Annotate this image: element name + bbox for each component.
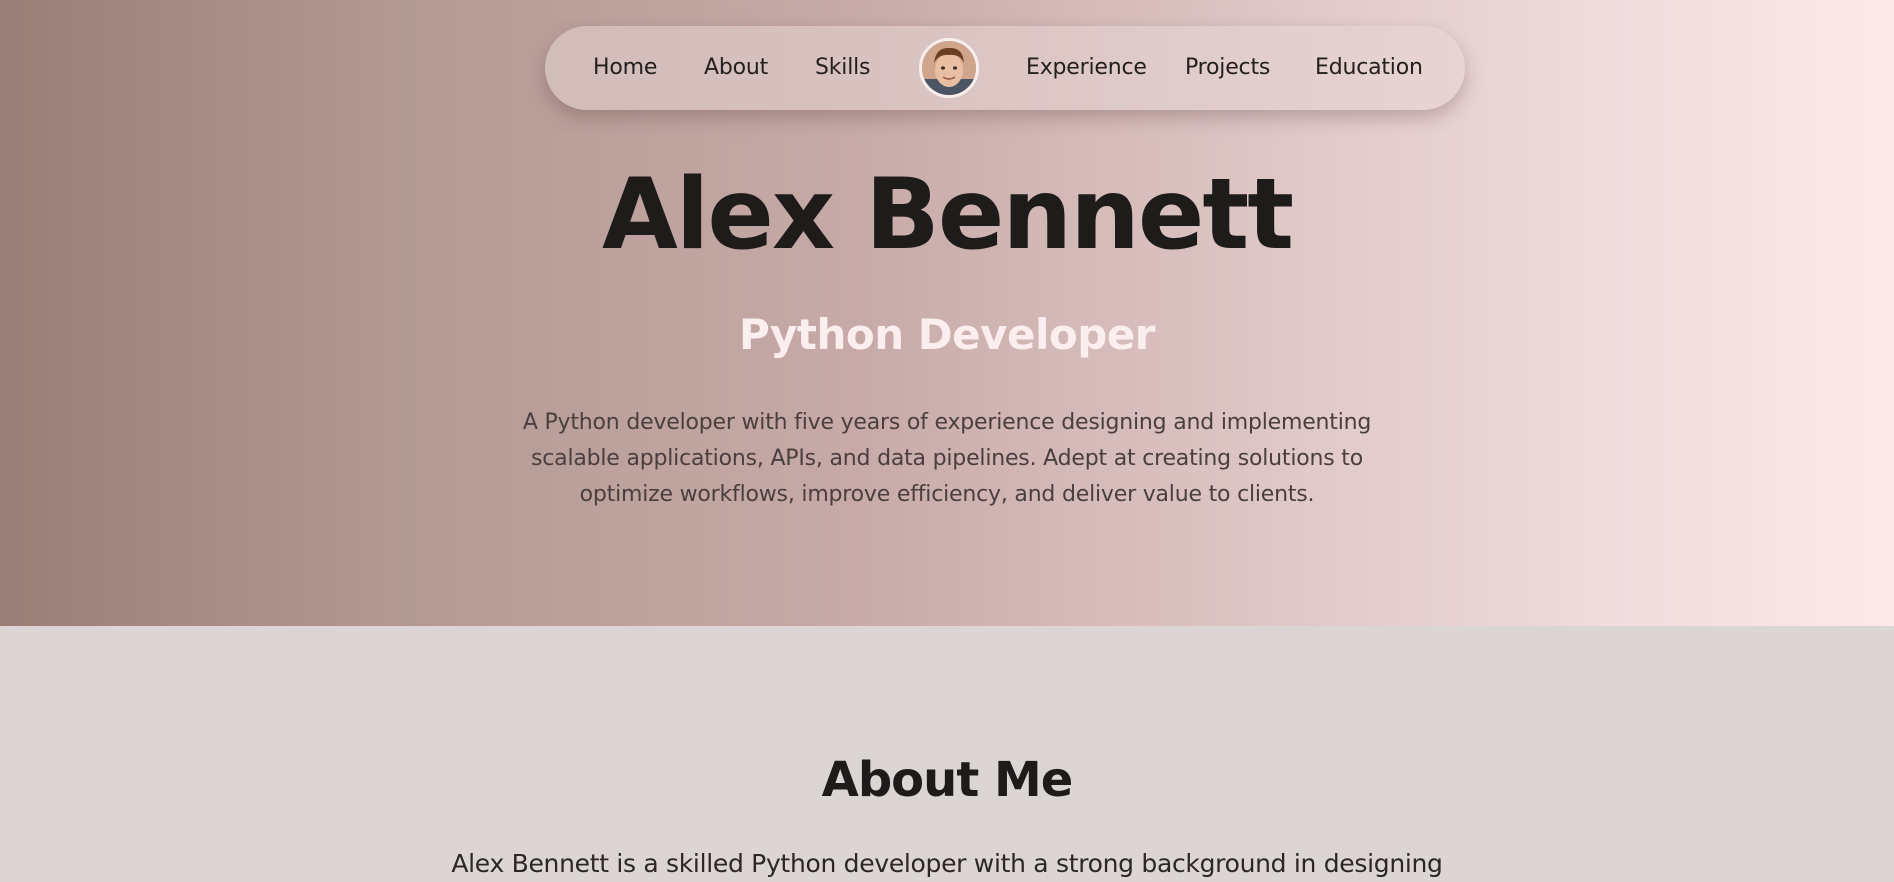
nav-link-home[interactable]: Home	[593, 26, 657, 110]
hero-intro: A Python developer with five years of ex…	[522, 410, 1372, 507]
nav-link-experience[interactable]: Experience	[1026, 26, 1147, 110]
nav-link-education[interactable]: Education	[1315, 26, 1423, 110]
navbar: Home About Skills Experience Projects Ed…	[545, 26, 1465, 110]
nav-link-skills[interactable]: Skills	[815, 26, 871, 110]
avatar[interactable]	[919, 38, 979, 98]
hero-section: Home About Skills Experience Projects Ed…	[0, 0, 1894, 626]
about-title: About Me	[821, 752, 1074, 808]
profile-photo-icon	[922, 41, 976, 95]
hero-name: Alex Bennett	[601, 158, 1294, 272]
hero-role: Python Developer	[738, 310, 1156, 359]
about-body: Alex Bennett is a skilled Python develop…	[451, 849, 1443, 878]
nav-link-about[interactable]: About	[704, 26, 768, 110]
nav-link-projects[interactable]: Projects	[1185, 26, 1270, 110]
